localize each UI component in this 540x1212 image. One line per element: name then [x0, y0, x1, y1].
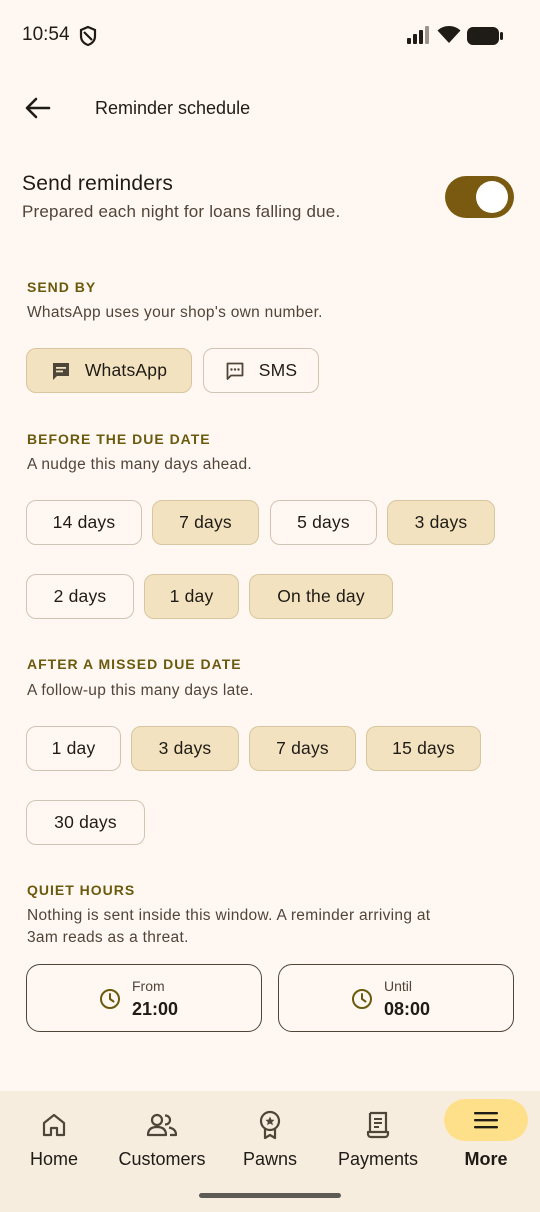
before-due-description: A nudge this many days ahead.: [27, 456, 252, 473]
menu-icon: [444, 1099, 528, 1141]
after-missed-chip-15-days[interactable]: 15 days: [366, 726, 481, 771]
before-due-chip-14-days[interactable]: 14 days: [26, 500, 142, 545]
status-bar: 10:54: [0, 0, 540, 70]
wifi-icon: [437, 24, 461, 49]
chip-label: 1 day: [51, 738, 96, 758]
chip-label: 1 day: [169, 586, 214, 606]
shield-icon: [78, 25, 98, 47]
chip-label: 14 days: [52, 512, 116, 532]
until-label: Until: [384, 978, 413, 994]
page-title: Reminder schedule: [95, 98, 251, 118]
nav-label: Payments: [337, 1149, 419, 1169]
before-due-chip-3-days[interactable]: 3 days: [387, 500, 495, 545]
quiet-hours-label: QUIET HOURS: [27, 882, 136, 898]
nav-label: More: [464, 1149, 508, 1169]
signal-icon: [406, 26, 430, 49]
sms-icon: [225, 361, 245, 381]
after-missed-chip-1-day[interactable]: 1 day: [26, 726, 121, 771]
nav-item-home[interactable]: Home: [0, 1091, 108, 1187]
send-by-sms-chip[interactable]: SMS: [203, 348, 319, 393]
before-due-chip-2-days[interactable]: 2 days: [26, 574, 134, 619]
chip-label: 30 days: [54, 812, 117, 832]
toggle-knob: [476, 181, 508, 213]
clock-icon: [99, 988, 121, 1015]
clock-icon: [351, 988, 373, 1015]
send-reminders-subtitle: Prepared each night for loans falling du…: [22, 202, 341, 221]
after-missed-chip-7-days[interactable]: 7 days: [249, 726, 356, 771]
arrow-back-icon: [25, 97, 51, 124]
nav-label: Pawns: [242, 1149, 298, 1169]
before-due-chip-7-days[interactable]: 7 days: [152, 500, 259, 545]
before-due-chip-5-days[interactable]: 5 days: [270, 500, 377, 545]
home-indicator: [199, 1193, 341, 1198]
quiet-hours-until-button[interactable]: Until 08:00: [278, 964, 514, 1032]
chip-label: 5 days: [297, 512, 350, 532]
chat-icon: [51, 361, 71, 381]
send-reminders-title: Send reminders: [22, 172, 174, 195]
home-icon: [22, 1105, 86, 1145]
chip-label: SMS: [258, 360, 298, 380]
send-by-label: SEND BY: [27, 279, 97, 295]
after-missed-chip-30-days[interactable]: 30 days: [26, 800, 145, 845]
send-by-whatsapp-chip[interactable]: WhatsApp: [26, 348, 192, 393]
nav-item-payments[interactable]: Payments: [324, 1091, 432, 1187]
chip-label: 7 days: [276, 738, 329, 758]
chip-label: On the day: [277, 586, 365, 606]
status-time: 10:54: [22, 24, 70, 45]
from-label: From: [132, 978, 165, 994]
customers-icon: [130, 1105, 194, 1145]
before-due-chip-on-the-day[interactable]: On the day: [249, 574, 393, 619]
nav-item-more[interactable]: More: [432, 1091, 540, 1187]
chip-label: 2 days: [53, 586, 107, 606]
quiet-hours-description-line1: Nothing is sent inside this window. A re…: [27, 907, 431, 924]
before-due-label: BEFORE THE DUE DATE: [27, 431, 211, 447]
chip-label: 3 days: [158, 738, 212, 758]
send-reminders-toggle[interactable]: [445, 176, 514, 218]
nav-item-customers[interactable]: Customers: [108, 1091, 216, 1187]
battery-icon: [467, 27, 503, 50]
chip-label: 3 days: [414, 512, 468, 532]
chip-label: 15 days: [392, 738, 455, 758]
after-missed-chip-3-days[interactable]: 3 days: [131, 726, 239, 771]
back-button[interactable]: [18, 90, 58, 130]
send-by-description: WhatsApp uses your shop's own number.: [27, 304, 323, 321]
after-missed-label: AFTER A MISSED DUE DATE: [27, 656, 242, 672]
chip-label: 7 days: [179, 512, 232, 532]
receipt-icon: [346, 1105, 410, 1145]
after-missed-description: A follow-up this many days late.: [27, 682, 254, 699]
quiet-hours-from-button[interactable]: From 21:00: [26, 964, 262, 1032]
quiet-hours-description-line2: 3am reads as a threat.: [27, 929, 189, 946]
until-time-value: 08:00: [384, 999, 431, 1019]
nav-label: Customers: [118, 1149, 206, 1169]
from-time-value: 21:00: [132, 999, 179, 1019]
nav-label: Home: [29, 1149, 78, 1169]
pawn-badge-icon: [238, 1105, 302, 1145]
before-due-chip-1-day[interactable]: 1 day: [144, 574, 239, 619]
nav-item-pawns[interactable]: Pawns: [216, 1091, 324, 1187]
chip-label: WhatsApp: [84, 360, 168, 380]
